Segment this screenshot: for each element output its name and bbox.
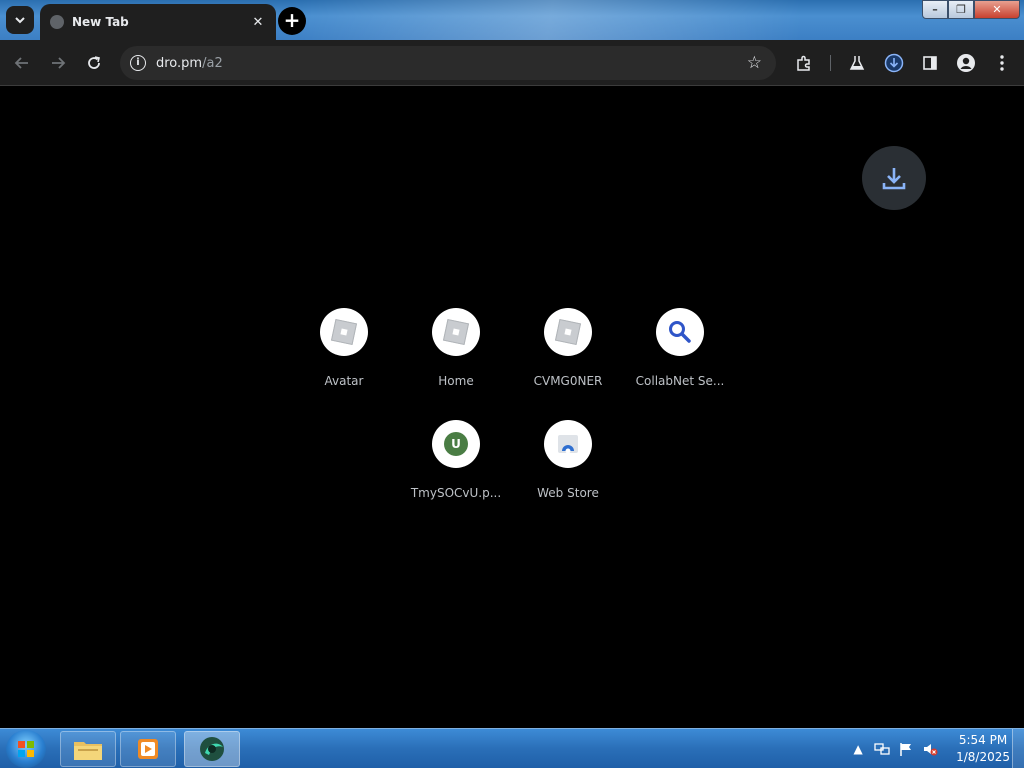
download-fab-button[interactable] bbox=[862, 146, 926, 210]
browser-toolbar: i dro.pm/a2 ☆ bbox=[0, 40, 1024, 86]
arrow-left-icon bbox=[14, 57, 28, 69]
web-store-icon bbox=[558, 435, 578, 454]
search-icon bbox=[669, 321, 691, 343]
windows-taskbar: ▲ 5:54 PM 1/8/2025 bbox=[0, 728, 1024, 768]
side-panel-icon bbox=[923, 56, 937, 70]
tab-strip: New Tab ✕ + – ❐ ✕ bbox=[0, 0, 1024, 40]
url-host: dro.pm bbox=[156, 55, 203, 71]
maximize-button[interactable]: ❐ bbox=[948, 0, 974, 19]
clock-time: 5:54 PM bbox=[958, 733, 1008, 747]
download-icon bbox=[884, 53, 904, 73]
side-panel-button[interactable] bbox=[918, 51, 942, 75]
windows-logo-icon bbox=[18, 741, 34, 757]
profile-button[interactable] bbox=[954, 51, 978, 75]
labs-button[interactable] bbox=[845, 51, 869, 75]
reload-button[interactable] bbox=[82, 51, 106, 75]
screen: New Tab ✕ + – ❐ ✕ i dro.pm/a2 ☆ Avatar H… bbox=[0, 0, 1024, 768]
downloads-button[interactable] bbox=[882, 51, 906, 75]
titlebar-glass bbox=[300, 0, 800, 40]
tab-title: New Tab bbox=[72, 15, 129, 29]
roblox-icon bbox=[330, 318, 358, 346]
shortcut-icon-circle bbox=[544, 308, 592, 356]
explorer-icon bbox=[74, 742, 102, 760]
shortcut-label: Web Store bbox=[537, 486, 599, 500]
shortcut-tile[interactable]: CVMG0NER bbox=[512, 308, 624, 388]
shortcut-tile[interactable]: CollabNet Se... bbox=[624, 308, 736, 388]
flask-icon bbox=[849, 56, 865, 70]
download-tray-icon bbox=[882, 168, 906, 190]
toolbar-separator bbox=[830, 55, 831, 71]
arrow-right-icon bbox=[52, 57, 66, 69]
action-center-flag-icon[interactable] bbox=[898, 741, 914, 757]
flag-icon bbox=[900, 743, 912, 756]
speaker-icon bbox=[924, 744, 938, 756]
tray-expand-arrow-icon[interactable]: ▲ bbox=[850, 741, 866, 757]
bookmark-star-icon[interactable]: ☆ bbox=[747, 53, 762, 73]
taskbar-media-player-button[interactable] bbox=[120, 731, 176, 767]
chrome-menu-button[interactable] bbox=[990, 51, 1014, 75]
shortcut-tile[interactable]: Avatar bbox=[288, 308, 400, 388]
browser-icon bbox=[200, 737, 224, 761]
shortcut-icon-circle bbox=[320, 308, 368, 356]
shortcut-label: Home bbox=[438, 374, 474, 388]
forward-button[interactable] bbox=[46, 51, 70, 75]
volume-muted-icon[interactable] bbox=[922, 741, 938, 757]
shortcut-tile[interactable]: Web Store bbox=[512, 420, 624, 500]
system-tray: ▲ 5:54 PM 1/8/2025 bbox=[846, 729, 1010, 768]
roblox-icon bbox=[442, 318, 470, 346]
u-badge-icon: U bbox=[444, 432, 468, 456]
profile-icon bbox=[957, 54, 975, 72]
clock-date: 1/8/2025 bbox=[956, 750, 1010, 764]
site-info-icon[interactable]: i bbox=[130, 55, 146, 71]
shortcut-icon-circle bbox=[544, 420, 592, 468]
media-player-icon bbox=[138, 739, 158, 759]
puzzle-icon bbox=[797, 55, 810, 71]
address-bar[interactable]: i dro.pm/a2 ☆ bbox=[120, 46, 776, 80]
reload-icon bbox=[88, 56, 100, 69]
shortcut-label: TmySOCvU.p... bbox=[410, 486, 502, 500]
tab-close-icon[interactable]: ✕ bbox=[250, 15, 266, 30]
roblox-icon bbox=[554, 318, 582, 346]
taskbar-clock[interactable]: 5:54 PM 1/8/2025 bbox=[956, 732, 1010, 766]
taskbar-explorer-button[interactable] bbox=[60, 731, 116, 767]
network-monitor-icon bbox=[874, 743, 890, 755]
back-button[interactable] bbox=[10, 51, 34, 75]
close-window-button[interactable]: ✕ bbox=[974, 0, 1020, 19]
shortcut-tile[interactable]: U TmySOCvU.p... bbox=[400, 420, 512, 500]
start-button[interactable] bbox=[6, 730, 46, 768]
tab-new-tab[interactable]: New Tab ✕ bbox=[40, 4, 276, 40]
extensions-button[interactable] bbox=[792, 51, 816, 75]
shortcut-icon-circle bbox=[432, 308, 480, 356]
new-tab-button[interactable]: + bbox=[278, 7, 306, 35]
network-icon[interactable] bbox=[874, 741, 890, 757]
url-path: /a2 bbox=[202, 55, 223, 71]
window-controls: – ❐ ✕ bbox=[922, 0, 1020, 19]
globe-icon bbox=[50, 15, 64, 29]
shortcut-label: CollabNet Se... bbox=[635, 374, 725, 388]
tab-search-button[interactable] bbox=[6, 6, 34, 34]
taskbar-browser-button[interactable] bbox=[184, 731, 240, 767]
shortcut-icon-circle: U bbox=[432, 420, 480, 468]
minimize-button[interactable]: – bbox=[922, 0, 948, 19]
show-desktop-button[interactable] bbox=[1012, 729, 1024, 768]
chevron-down-icon bbox=[15, 17, 25, 24]
shortcut-label: Avatar bbox=[324, 374, 364, 388]
shortcut-label: CVMG0NER bbox=[533, 374, 603, 388]
shortcut-icon-circle bbox=[656, 308, 704, 356]
kebab-menu-icon bbox=[1000, 55, 1004, 71]
shortcut-tile[interactable]: Home bbox=[400, 308, 512, 388]
